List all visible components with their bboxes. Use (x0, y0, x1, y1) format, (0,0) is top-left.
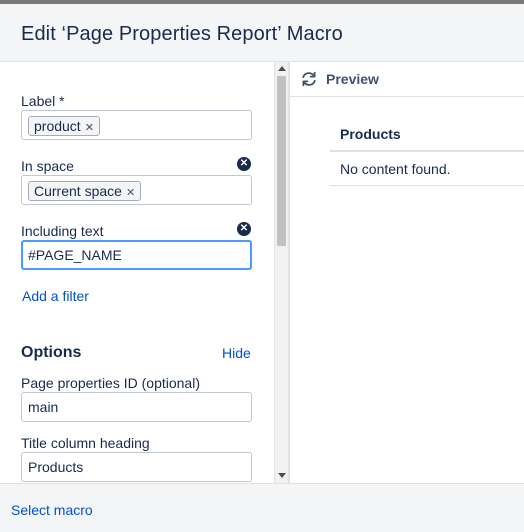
parameters-scrollbar[interactable] (274, 62, 288, 483)
preview-table: Products No content found. (330, 116, 524, 186)
add-filter-link[interactable]: Add a filter (22, 288, 89, 304)
remove-tag-icon[interactable]: ✕ (126, 187, 135, 199)
options-heading: Options (21, 344, 82, 361)
label-tag: product ✕ (28, 116, 100, 136)
label-field-label: Label * (21, 93, 65, 109)
text-field-label: Including text (21, 223, 104, 239)
dialog-footer: Select macro (0, 483, 524, 532)
hide-options-link[interactable]: Hide (222, 345, 251, 361)
select-macro-link[interactable]: Select macro (11, 502, 93, 518)
page-properties-id-input[interactable]: main (21, 392, 252, 422)
space-tag: Current space ✕ (28, 181, 142, 201)
scroll-thumb[interactable] (277, 76, 286, 246)
title-column-heading-value: Products (28, 459, 84, 475)
space-input[interactable]: Current space ✕ (21, 175, 252, 205)
dialog-header: Edit ‘Page Properties Report’ Macro (0, 4, 524, 62)
scroll-down-arrow-icon[interactable] (278, 473, 286, 478)
title-column-heading-input[interactable]: Products (21, 452, 252, 482)
page-properties-id-value: main (28, 399, 59, 415)
clear-filter-icon[interactable]: ✕ (237, 157, 251, 171)
refresh-icon[interactable] (300, 70, 318, 88)
title-column-heading-label: Title column heading (21, 435, 150, 451)
page-properties-id-label: Page properties ID (optional) (21, 375, 200, 391)
scroll-up-arrow-icon[interactable] (278, 66, 286, 71)
label-tag-text: product (34, 118, 81, 134)
macro-parameters-panel: Label * product ✕ In space ✕ Current spac… (0, 62, 274, 483)
space-tag-text: Current space (34, 183, 122, 199)
space-field-label: In space (21, 158, 74, 174)
text-input[interactable]: #PAGE_NAME (21, 240, 252, 270)
clear-filter-icon[interactable]: ✕ (237, 222, 251, 236)
table-empty-message: No content found. (330, 152, 524, 186)
dialog-title: Edit ‘Page Properties Report’ Macro (21, 23, 343, 45)
preview-label: Preview (326, 71, 379, 87)
remove-tag-icon[interactable]: ✕ (85, 122, 94, 134)
panel-divider (288, 62, 290, 483)
label-input[interactable]: product ✕ (21, 110, 252, 140)
text-input-value: #PAGE_NAME (28, 247, 122, 263)
preview-header: Preview (290, 62, 524, 97)
table-header-products: Products (330, 116, 524, 152)
